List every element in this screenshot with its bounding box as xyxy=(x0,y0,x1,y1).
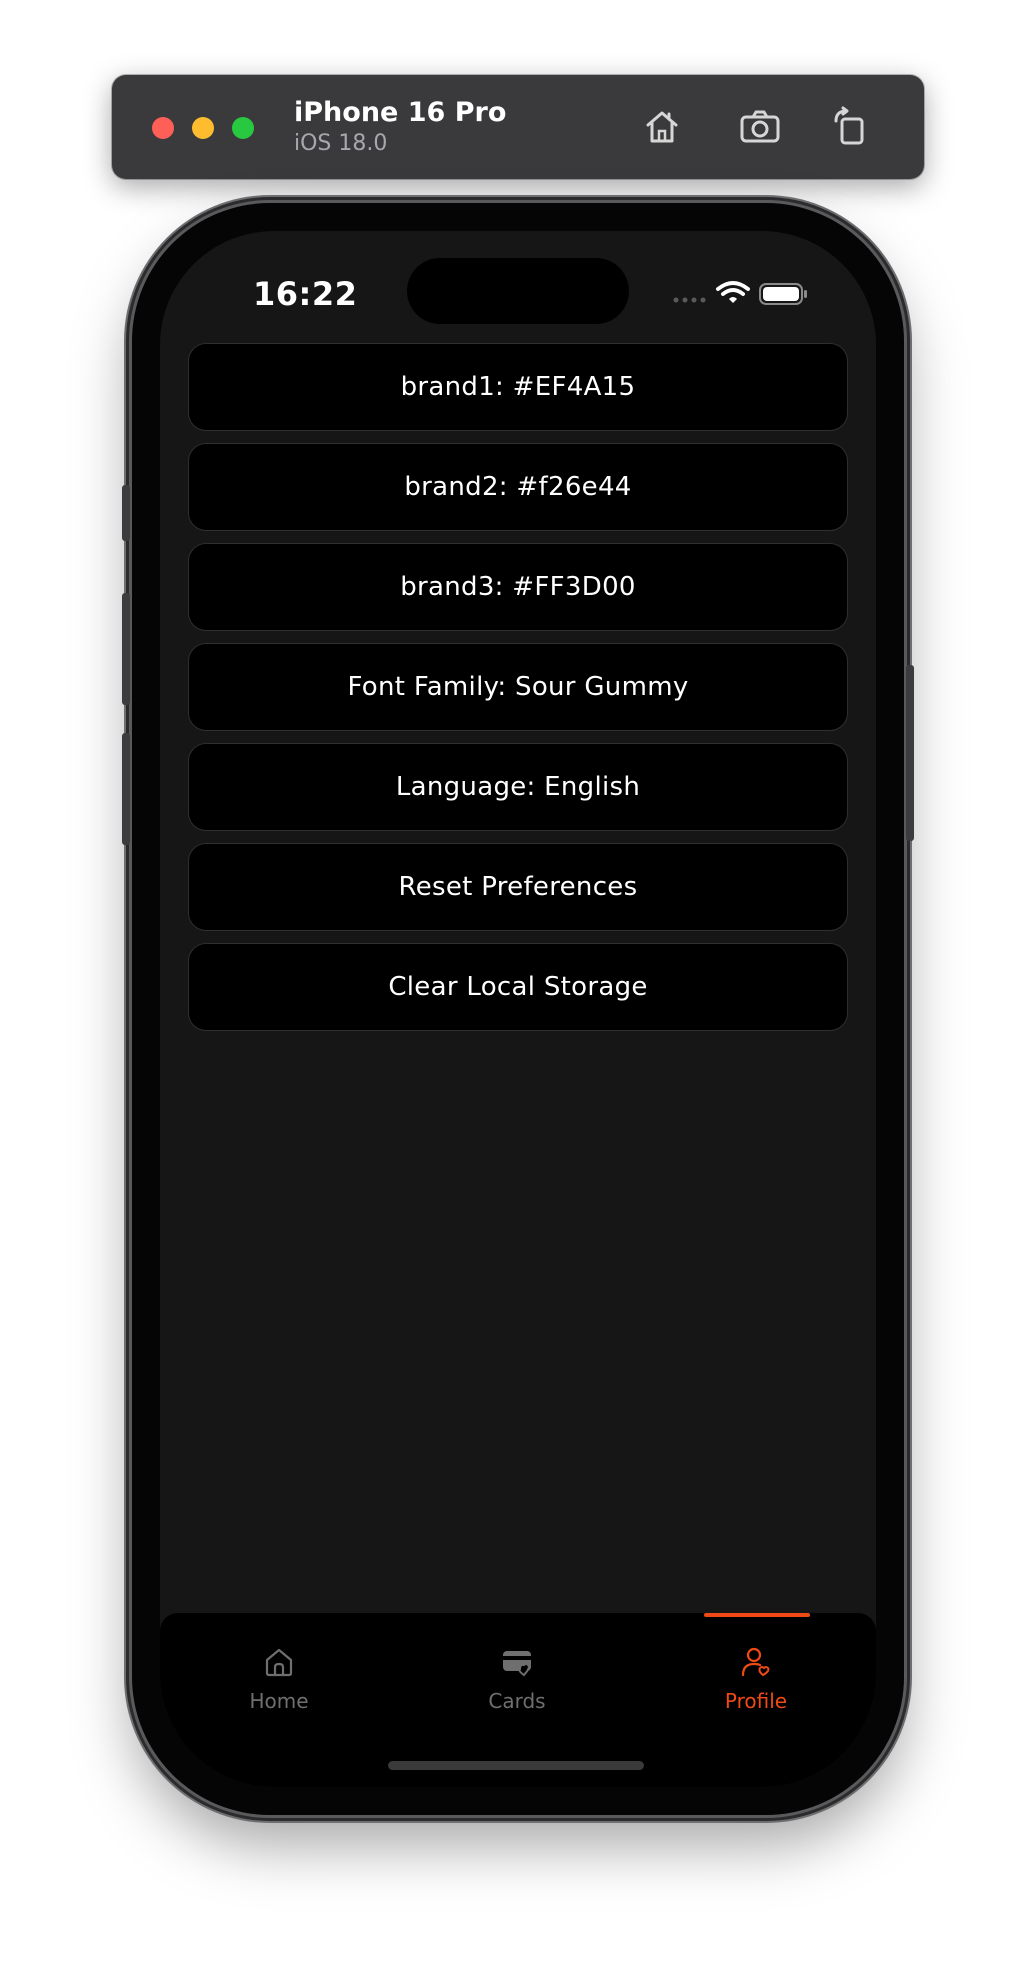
action-button xyxy=(122,485,130,541)
home-indicator xyxy=(388,1761,644,1770)
cellular-icon xyxy=(673,297,706,303)
volume-down-button xyxy=(122,733,130,845)
rotate-icon[interactable] xyxy=(828,103,876,151)
battery-icon xyxy=(759,283,807,305)
pref-row-label: Font Family: Sour Gummy xyxy=(347,672,689,702)
tab-cards[interactable]: Cards xyxy=(437,1645,597,1735)
dynamic-island xyxy=(407,258,629,324)
brand2-color-row[interactable]: brand2: #f26e44 xyxy=(188,443,848,531)
pref-row-label: Clear Local Storage xyxy=(388,972,648,1002)
pref-row-label: brand2: #f26e44 xyxy=(404,472,632,502)
tab-cards-label: Cards xyxy=(488,1689,546,1713)
device-name: iPhone 16 Pro xyxy=(294,97,507,128)
brand1-color-row[interactable]: brand1: #EF4A15 xyxy=(188,343,848,431)
zoom-window-button[interactable] xyxy=(232,117,254,139)
status-time: 16:22 xyxy=(253,275,358,313)
tab-profile-label: Profile xyxy=(724,1689,788,1713)
os-version: iOS 18.0 xyxy=(294,131,388,156)
iphone-frame: 16:22 brand1: #EF4A15 brand2: #f26e44 br… xyxy=(122,203,914,1815)
clear-local-storage-button[interactable]: Clear Local Storage xyxy=(188,943,848,1031)
simulator-toolbar: iPhone 16 Pro iOS 18.0 xyxy=(112,75,924,179)
active-tab-indicator xyxy=(704,1613,810,1617)
wifi-icon xyxy=(716,281,750,303)
status-icons xyxy=(672,275,812,311)
preferences-list: brand1: #EF4A15 brand2: #f26e44 brand3: … xyxy=(188,343,848,1043)
simulator-stage: iPhone 16 Pro iOS 18.0 16:22 brand1: #EF… xyxy=(0,0,1036,1966)
pref-row-label: brand1: #EF4A15 xyxy=(400,372,636,402)
pref-row-label: Reset Preferences xyxy=(398,872,638,902)
tab-home[interactable]: Home xyxy=(199,1645,359,1735)
home-icon xyxy=(262,1645,296,1679)
brand3-color-row[interactable]: brand3: #FF3D00 xyxy=(188,543,848,631)
reset-preferences-button[interactable]: Reset Preferences xyxy=(188,843,848,931)
tab-home-label: Home xyxy=(249,1689,309,1713)
close-window-button[interactable] xyxy=(152,117,174,139)
home-icon[interactable] xyxy=(638,103,686,151)
minimize-window-button[interactable] xyxy=(192,117,214,139)
cards-icon xyxy=(500,1645,534,1679)
language-row[interactable]: Language: English xyxy=(188,743,848,831)
profile-icon xyxy=(739,1645,773,1679)
volume-up-button xyxy=(122,593,130,705)
screenshot-icon[interactable] xyxy=(736,103,784,151)
power-button xyxy=(906,665,914,841)
pref-row-label: brand3: #FF3D00 xyxy=(400,572,636,602)
phone-screen: 16:22 brand1: #EF4A15 brand2: #f26e44 br… xyxy=(160,231,876,1787)
pref-row-label: Language: English xyxy=(395,772,641,802)
tab-profile[interactable]: Profile xyxy=(676,1645,836,1735)
font-family-row[interactable]: Font Family: Sour Gummy xyxy=(188,643,848,731)
